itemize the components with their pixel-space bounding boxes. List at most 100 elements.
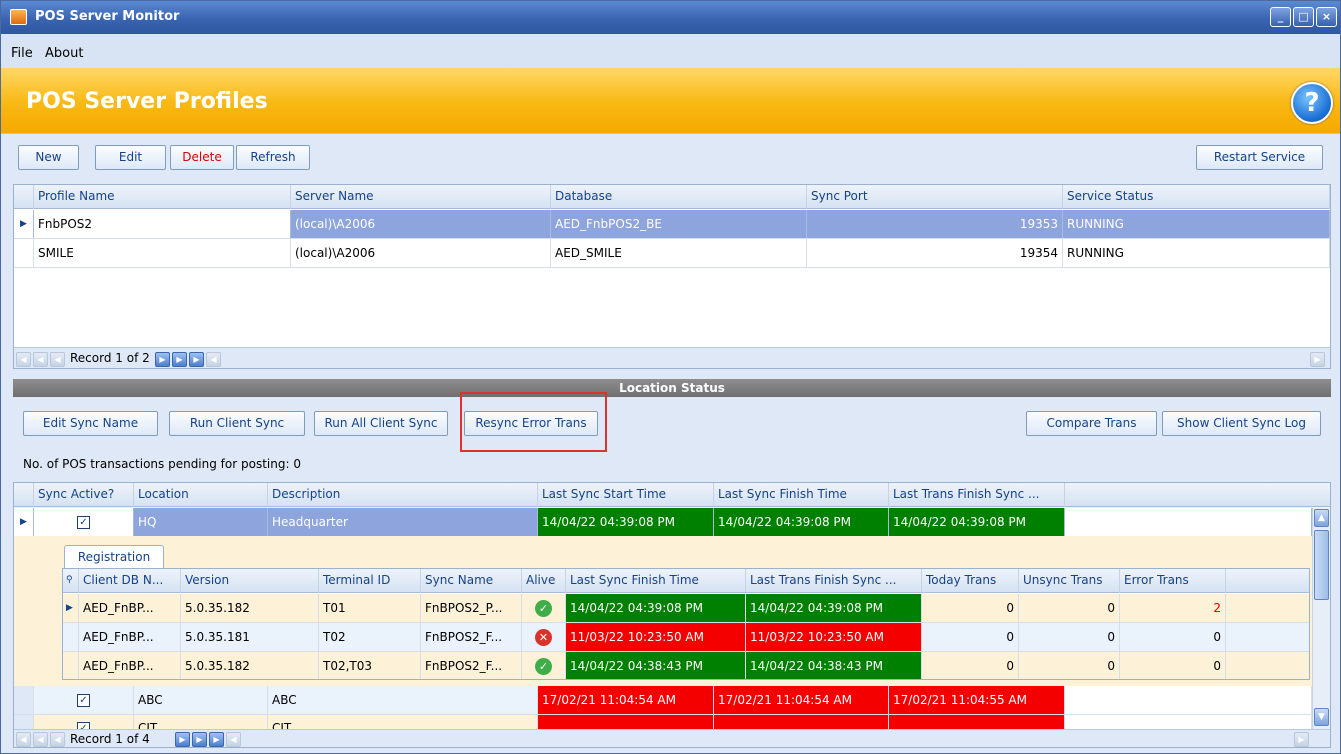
- delete-button[interactable]: Delete: [170, 145, 234, 170]
- location-row[interactable]: ✓ CIT CIT: [14, 715, 1312, 743]
- registration-row[interactable]: AED_FnBP... 5.0.35.181 T02 FnBPOS2_F... …: [63, 623, 1309, 652]
- next-record-icon[interactable]: ▶: [155, 352, 170, 367]
- sync-name-cell[interactable]: FnBPOS2_F...: [421, 623, 522, 651]
- sync-name-cell[interactable]: FnBPOS2_P...: [421, 594, 522, 622]
- next-page-icon[interactable]: ▶: [172, 352, 187, 367]
- unsync-trans-cell[interactable]: 0: [1019, 623, 1120, 651]
- run-client-sync-button[interactable]: Run Client Sync: [169, 411, 305, 436]
- version-cell[interactable]: 5.0.35.182: [181, 594, 319, 622]
- col-sync-name[interactable]: Sync Name: [421, 569, 522, 593]
- col-last-sync-finish[interactable]: Last Sync Finish Time: [714, 483, 889, 507]
- terminal-id-cell[interactable]: T02,T03: [319, 652, 421, 679]
- col-description[interactable]: Description: [268, 483, 538, 507]
- server-name-cell[interactable]: (local)\A2006: [291, 210, 551, 238]
- terminal-id-cell[interactable]: T02: [319, 623, 421, 651]
- scroll-thumb[interactable]: [1314, 530, 1329, 600]
- col-unsync-trans[interactable]: Unsync Trans: [1019, 569, 1120, 593]
- edit-sync-name-button[interactable]: Edit Sync Name: [23, 411, 158, 436]
- col-server-name[interactable]: Server Name: [291, 185, 551, 209]
- today-trans-cell[interactable]: 0: [922, 623, 1019, 651]
- menu-file[interactable]: File: [11, 46, 33, 61]
- close-icon[interactable]: ×: [1316, 7, 1337, 27]
- search-icon[interactable]: ⚲: [63, 569, 79, 593]
- col-service-status[interactable]: Service Status: [1063, 185, 1330, 209]
- scroll-up-icon[interactable]: ▲: [1314, 509, 1329, 527]
- last-sync-finish-cell[interactable]: 17/02/21 11:04:54 AM: [714, 686, 889, 714]
- registration-row[interactable]: AED_FnBP... 5.0.35.182 T02,T03 FnBPOS2_F…: [63, 652, 1309, 679]
- last-page-icon[interactable]: ▶: [209, 732, 224, 747]
- col-sync-active[interactable]: Sync Active?: [34, 483, 134, 507]
- last-sync-finish-cell[interactable]: 14/04/22 04:39:08 PM: [566, 594, 746, 622]
- menu-about[interactable]: About: [45, 46, 83, 61]
- last-sync-start-cell[interactable]: 14/04/22 04:39:08 PM: [538, 508, 714, 536]
- col-today-trans[interactable]: Today Trans: [922, 569, 1019, 593]
- location-cell[interactable]: HQ: [134, 508, 268, 536]
- version-cell[interactable]: 5.0.35.182: [181, 652, 319, 679]
- last-trans-finish-cell[interactable]: 14/04/22 04:38:43 PM: [746, 652, 922, 679]
- location-row[interactable]: ▶ ✓ HQ Headquarter 14/04/22 04:39:08 PM …: [14, 508, 1312, 536]
- first-page-icon[interactable]: ◀: [16, 732, 31, 747]
- client-db-cell[interactable]: AED_FnBP...: [79, 594, 181, 622]
- scroll-left-icon[interactable]: ◀: [206, 352, 221, 367]
- error-trans-cell[interactable]: 0: [1120, 652, 1226, 679]
- last-page-icon[interactable]: ▶: [189, 352, 204, 367]
- sync-active-checkbox[interactable]: ✓: [34, 686, 134, 714]
- minimize-icon[interactable]: _: [1270, 7, 1291, 27]
- last-trans-finish-cell[interactable]: 11/03/22 10:23:50 AM: [746, 623, 922, 651]
- col-location[interactable]: Location: [134, 483, 268, 507]
- last-sync-finish-cell[interactable]: 11/03/22 10:23:50 AM: [566, 623, 746, 651]
- scroll-down-icon[interactable]: ▼: [1314, 708, 1329, 726]
- profile-name-cell[interactable]: FnbPOS2: [34, 210, 291, 238]
- scroll-left-icon[interactable]: ◀: [226, 732, 241, 747]
- restart-service-button[interactable]: Restart Service: [1196, 145, 1323, 170]
- col-error-trans[interactable]: Error Trans: [1120, 569, 1226, 593]
- last-trans-finish-cell[interactable]: 17/02/21 11:04:55 AM: [889, 686, 1065, 714]
- service-status-cell[interactable]: RUNNING: [1063, 239, 1330, 267]
- col-last-trans-finish[interactable]: Last Trans Finish Sync ...: [889, 483, 1065, 507]
- next-record-icon[interactable]: ▶: [175, 732, 190, 747]
- edit-button[interactable]: Edit: [95, 145, 166, 170]
- first-page-icon[interactable]: ◀: [16, 352, 31, 367]
- col-alive[interactable]: Alive: [522, 569, 566, 593]
- scroll-right-icon[interactable]: ▶: [1310, 352, 1325, 367]
- client-db-cell[interactable]: AED_FnBP...: [79, 623, 181, 651]
- client-db-cell[interactable]: AED_FnBP...: [79, 652, 181, 679]
- profile-name-cell[interactable]: SMILE: [34, 239, 291, 267]
- scroll-right-icon[interactable]: ▶: [1294, 732, 1309, 747]
- refresh-button[interactable]: Refresh: [236, 145, 310, 170]
- description-cell[interactable]: ABC: [268, 686, 538, 714]
- terminal-id-cell[interactable]: T01: [319, 594, 421, 622]
- show-client-sync-log-button[interactable]: Show Client Sync Log: [1162, 411, 1321, 436]
- col-last-sync-start[interactable]: Last Sync Start Time: [538, 483, 714, 507]
- table-row[interactable]: SMILE (local)\A2006 AED_SMILE 19354 RUNN…: [14, 239, 1330, 268]
- new-button[interactable]: New: [18, 145, 79, 170]
- server-name-cell[interactable]: (local)\A2006: [291, 239, 551, 267]
- last-trans-finish-cell[interactable]: 14/04/22 04:39:08 PM: [889, 508, 1065, 536]
- prev-page-icon[interactable]: ◀: [33, 352, 48, 367]
- col-last-trans-finish[interactable]: Last Trans Finish Sync ...: [746, 569, 922, 593]
- last-sync-finish-cell[interactable]: 14/04/22 04:39:08 PM: [714, 508, 889, 536]
- description-cell[interactable]: Headquarter: [268, 508, 538, 536]
- prev-page-icon[interactable]: ◀: [33, 732, 48, 747]
- sync-port-cell[interactable]: 19353: [807, 210, 1063, 238]
- database-cell[interactable]: AED_SMILE: [551, 239, 807, 267]
- error-trans-cell[interactable]: 2: [1120, 594, 1226, 622]
- unsync-trans-cell[interactable]: 0: [1019, 652, 1120, 679]
- database-cell[interactable]: AED_FnbPOS2_BE: [551, 210, 807, 238]
- error-trans-cell[interactable]: 0: [1120, 623, 1226, 651]
- help-icon[interactable]: ?: [1291, 82, 1333, 124]
- sync-active-checkbox[interactable]: ✓: [34, 508, 134, 536]
- col-sync-port[interactable]: Sync Port: [807, 185, 1063, 209]
- col-version[interactable]: Version: [181, 569, 319, 593]
- location-row[interactable]: ✓ ABC ABC 17/02/21 11:04:54 AM 17/02/21 …: [14, 686, 1312, 715]
- col-client-db[interactable]: Client DB N...: [79, 569, 181, 593]
- sync-port-cell[interactable]: 19354: [807, 239, 1063, 267]
- tab-registration[interactable]: Registration: [64, 545, 164, 569]
- sync-name-cell[interactable]: FnBPOS2_F...: [421, 652, 522, 679]
- version-cell[interactable]: 5.0.35.181: [181, 623, 319, 651]
- table-row[interactable]: ▶ FnbPOS2 (local)\A2006 AED_FnbPOS2_BE 1…: [14, 210, 1330, 239]
- location-cell[interactable]: ABC: [134, 686, 268, 714]
- col-profile-name[interactable]: Profile Name: [34, 185, 291, 209]
- unsync-trans-cell[interactable]: 0: [1019, 594, 1120, 622]
- next-page-icon[interactable]: ▶: [192, 732, 207, 747]
